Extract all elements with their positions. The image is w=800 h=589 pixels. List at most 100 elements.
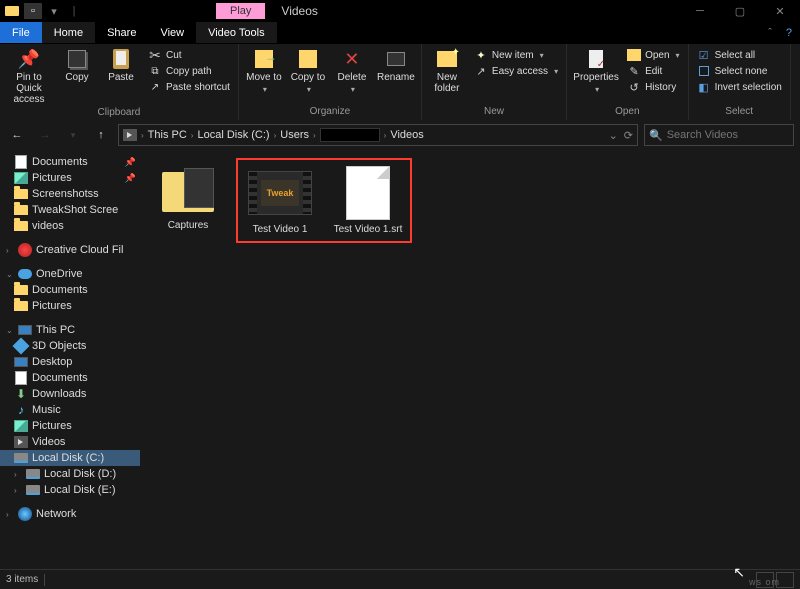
group-new: New folder ✦New item▾ ↗Easy access▾ New	[422, 44, 567, 120]
refresh-button[interactable]: ⟳	[624, 129, 633, 142]
forward-button[interactable]: →	[34, 124, 56, 146]
chevron-right-icon[interactable]: ›	[384, 131, 387, 140]
recent-dropdown[interactable]: ▾	[62, 124, 84, 146]
back-button[interactable]: ←	[6, 124, 28, 146]
qat-divider: |	[66, 3, 82, 19]
scissors-icon: ✂	[148, 48, 162, 62]
new-item-icon: ✦	[474, 48, 488, 62]
sidebar-item-local-disk-c[interactable]: Local Disk (C:)	[0, 450, 140, 466]
invert-selection-button[interactable]: ◧Invert selection	[697, 80, 782, 94]
up-button[interactable]: ↑	[90, 124, 112, 146]
breadcrumb-videos[interactable]: Videos	[390, 129, 423, 141]
chevron-right-icon[interactable]: ›	[14, 486, 22, 495]
chevron-right-icon[interactable]: ›	[191, 131, 194, 140]
chevron-right-icon[interactable]: ›	[14, 470, 22, 479]
select-none-button[interactable]: Select none	[697, 64, 782, 78]
file-name: Test Video 1	[253, 224, 308, 235]
group-label: Clipboard	[4, 107, 234, 119]
easy-access-button[interactable]: ↗Easy access▾	[474, 64, 558, 78]
open-button[interactable]: Open▾	[627, 48, 679, 62]
rename-button[interactable]: Rename	[375, 46, 417, 85]
paste-icon	[113, 49, 129, 69]
copy-to-button[interactable]: Copy to▾	[287, 46, 329, 96]
file-list[interactable]: Captures Tweak Test Video 1 Test Video 1…	[140, 150, 800, 569]
new-item-button[interactable]: ✦New item▾	[474, 48, 558, 62]
file-item-test-video-srt[interactable]: Test Video 1.srt	[328, 162, 408, 239]
search-input[interactable]	[667, 129, 789, 141]
sidebar-item-od-documents[interactable]: Documents	[0, 282, 140, 298]
address-dropdown[interactable]: ⌄	[609, 129, 618, 142]
close-button[interactable]: ✕	[760, 0, 800, 22]
navigation-pane[interactable]: Documents📌 Pictures📌 Screenshotss TweakS…	[0, 150, 140, 569]
sidebar-item-local-disk-e[interactable]: ›Local Disk (E:)	[0, 482, 140, 498]
chevron-down-icon[interactable]: ⌄	[6, 270, 14, 279]
sidebar-item-pc-pictures[interactable]: Pictures	[0, 418, 140, 434]
delete-button[interactable]: ✕Delete▾	[331, 46, 373, 96]
cut-button[interactable]: ✂Cut	[148, 48, 230, 62]
onedrive-icon	[18, 267, 32, 281]
edit-button[interactable]: ✎Edit	[627, 64, 679, 78]
chevron-down-icon[interactable]: ⌄	[6, 326, 14, 335]
chevron-right-icon[interactable]: ›	[313, 131, 316, 140]
sidebar-item-local-disk-d[interactable]: ›Local Disk (D:)	[0, 466, 140, 482]
sidebar-item-onedrive[interactable]: ⌄OneDrive	[0, 266, 140, 282]
sidebar-item-pictures[interactable]: Pictures📌	[0, 170, 140, 186]
sidebar-item-screenshots[interactable]: Screenshotss	[0, 186, 140, 202]
copy-button[interactable]: Copy	[56, 46, 98, 85]
tab-view[interactable]: View	[148, 22, 196, 43]
select-all-button[interactable]: ☑Select all	[697, 48, 782, 62]
new-folder-button[interactable]: New folder	[426, 46, 468, 96]
breadcrumb-redacted[interactable]	[320, 128, 380, 142]
chevron-right-icon[interactable]: ›	[141, 131, 144, 140]
sidebar-item-this-pc[interactable]: ⌄This PC	[0, 322, 140, 338]
sidebar-item-videos[interactable]: videos	[0, 218, 140, 234]
sidebar-item-3d-objects[interactable]: 3D Objects	[0, 338, 140, 354]
group-label: New	[426, 106, 562, 118]
paste-shortcut-button[interactable]: ↗Paste shortcut	[148, 80, 230, 94]
sidebar-item-creative-cloud[interactable]: ›Creative Cloud Fil	[0, 242, 140, 258]
folder-icon	[14, 299, 28, 313]
status-bar: 3 items ws om	[0, 569, 800, 589]
chevron-right-icon[interactable]: ›	[6, 246, 14, 255]
breadcrumb-this-pc[interactable]: This PC	[148, 129, 187, 141]
move-to-button[interactable]: Move to▾	[243, 46, 285, 96]
pin-icon: 📌	[125, 173, 136, 184]
search-box[interactable]: 🔍	[644, 124, 794, 146]
address-bar[interactable]: › This PC › Local Disk (C:) › Users › › …	[118, 124, 638, 146]
sidebar-item-od-pictures[interactable]: Pictures	[0, 298, 140, 314]
qat-dropdown[interactable]: ▾	[46, 3, 62, 19]
picture-icon	[14, 419, 28, 433]
sidebar-item-pc-videos[interactable]: Videos	[0, 434, 140, 450]
file-item-test-video[interactable]: Tweak Test Video 1	[240, 162, 320, 239]
tab-video-tools[interactable]: Video Tools	[196, 22, 276, 43]
chevron-right-icon[interactable]: ›	[274, 131, 277, 140]
minimize-button[interactable]: ─	[680, 0, 720, 22]
chevron-right-icon[interactable]: ›	[6, 510, 14, 519]
copy-path-button[interactable]: ⧉Copy path	[148, 64, 230, 78]
tab-file[interactable]: File	[0, 22, 42, 43]
help-button[interactable]: ?	[778, 22, 800, 43]
title-bar: ▫ ▾ | Play Videos ─ ▢ ✕	[0, 0, 800, 22]
history-button[interactable]: ↺History	[627, 80, 679, 94]
tab-home[interactable]: Home	[42, 22, 95, 43]
pin-to-quick-access-button[interactable]: 📌 Pin to Quick access	[4, 46, 54, 107]
sidebar-item-tweakshot[interactable]: TweakShot Scree	[0, 202, 140, 218]
breadcrumb-drive[interactable]: Local Disk (C:)	[197, 129, 269, 141]
properties-button[interactable]: Properties▾	[571, 46, 621, 96]
qat-item[interactable]: ▫	[24, 3, 42, 19]
sidebar-item-downloads[interactable]: ⬇Downloads	[0, 386, 140, 402]
new-folder-icon	[437, 51, 457, 67]
sidebar-item-documents[interactable]: Documents📌	[0, 154, 140, 170]
breadcrumb-users[interactable]: Users	[280, 129, 309, 141]
maximize-button[interactable]: ▢	[720, 0, 760, 22]
select-none-icon	[697, 64, 711, 78]
collapse-ribbon-button[interactable]: ˆ	[762, 22, 778, 43]
tab-share[interactable]: Share	[95, 22, 148, 43]
sidebar-item-desktop[interactable]: Desktop	[0, 354, 140, 370]
sidebar-item-music[interactable]: ♪Music	[0, 402, 140, 418]
file-item-captures[interactable]: Captures	[148, 158, 228, 235]
sidebar-item-network[interactable]: ›Network	[0, 506, 140, 522]
sidebar-item-pc-documents[interactable]: Documents	[0, 370, 140, 386]
paste-button[interactable]: Paste	[100, 46, 142, 85]
drive-icon	[26, 467, 40, 481]
